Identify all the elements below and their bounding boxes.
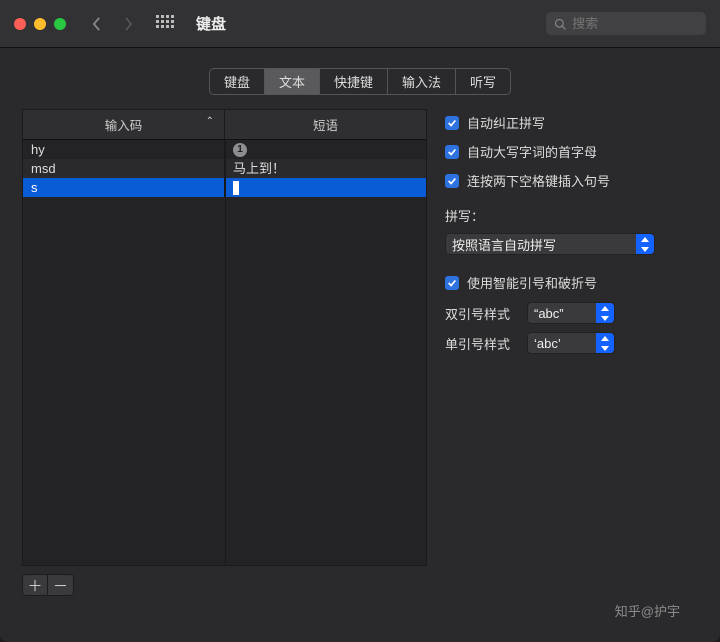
option-label: 连按两下空格键插入句号 xyxy=(467,171,610,190)
double-quote-row: 双引号样式 “abc” xyxy=(445,302,698,324)
checkbox-checked-icon[interactable] xyxy=(445,145,459,159)
substitutions-table: 输入码 ⌃ 短语 hy 1 msd xyxy=(22,109,427,566)
single-quote-row: 单引号样式 ‘abc’ xyxy=(445,332,698,354)
col-header-input[interactable]: 输入码 ⌃ xyxy=(23,110,225,139)
minimize-button[interactable] xyxy=(34,18,46,30)
column-divider xyxy=(225,140,226,565)
text-cursor-icon xyxy=(233,181,239,195)
tab-input-sources[interactable]: 输入法 xyxy=(388,69,456,94)
checkbox-checked-icon[interactable] xyxy=(445,276,459,290)
footer: 知乎@护宇 设置蓝牙键盘… xyxy=(0,606,720,642)
back-button[interactable] xyxy=(84,12,108,36)
cell-input[interactable]: msd xyxy=(23,159,225,178)
spelling-value: 按照语言自动拼写 xyxy=(452,235,556,254)
remove-button[interactable]: － xyxy=(48,574,74,596)
double-quote-value: “abc” xyxy=(534,306,564,321)
content: 输入码 ⌃ 短语 hy 1 msd xyxy=(0,109,720,606)
option-autocorrect[interactable]: 自动纠正拼写 xyxy=(445,113,698,132)
col-header-phrase[interactable]: 短语 xyxy=(225,110,426,139)
search-field[interactable] xyxy=(546,12,706,35)
close-button[interactable] xyxy=(14,18,26,30)
cell-phrase[interactable]: 马上到！ xyxy=(225,159,426,178)
single-quote-select[interactable]: ‘abc’ xyxy=(527,332,615,354)
table-body: hy 1 msd 马上到！ s xyxy=(23,140,426,565)
window-title: 键盘 xyxy=(196,13,226,34)
select-stepper-icon xyxy=(596,333,614,353)
checkbox-checked-icon[interactable] xyxy=(445,116,459,130)
search-input[interactable] xyxy=(572,16,698,31)
tab-keyboard[interactable]: 键盘 xyxy=(210,69,265,94)
select-stepper-icon xyxy=(636,234,654,254)
checkbox-checked-icon[interactable] xyxy=(445,174,459,188)
tab-text[interactable]: 文本 xyxy=(265,69,320,94)
table-header: 输入码 ⌃ 短语 xyxy=(23,110,426,140)
badge-icon: 1 xyxy=(233,143,247,157)
option-capitalize[interactable]: 自动大写字词的首字母 xyxy=(445,142,698,161)
tab-dictation[interactable]: 听写 xyxy=(456,69,510,94)
spelling-select[interactable]: 按照语言自动拼写 xyxy=(445,233,655,255)
spelling-label: 拼写： xyxy=(445,206,698,225)
add-button[interactable]: ＋ xyxy=(22,574,48,596)
maximize-button[interactable] xyxy=(54,18,66,30)
traffic-lights xyxy=(14,18,66,30)
prefs-window: 键盘 键盘 文本 快捷键 输入法 听写 输入码 ⌃ xyxy=(0,0,720,642)
col-header-phrase-label: 短语 xyxy=(313,119,338,133)
option-label: 自动大写字词的首字母 xyxy=(467,142,597,161)
cell-input[interactable]: s xyxy=(23,178,225,197)
select-stepper-icon xyxy=(596,303,614,323)
cell-input[interactable]: hy xyxy=(23,140,225,159)
option-smart-quotes[interactable]: 使用智能引号和破折号 xyxy=(445,273,698,292)
sort-indicator-icon: ⌃ xyxy=(206,116,214,127)
tabs-container: 键盘 文本 快捷键 输入法 听写 xyxy=(0,48,720,109)
tab-shortcuts[interactable]: 快捷键 xyxy=(320,69,388,94)
forward-button[interactable] xyxy=(116,12,140,36)
grid-icon[interactable] xyxy=(156,15,174,33)
option-label: 自动纠正拼写 xyxy=(467,113,545,132)
add-remove-controls: ＋ － xyxy=(22,574,427,596)
double-quote-label: 双引号样式 xyxy=(445,304,517,323)
single-quote-value: ‘abc’ xyxy=(534,336,561,351)
cell-phrase-editing[interactable] xyxy=(225,178,426,197)
single-quote-label: 单引号样式 xyxy=(445,334,517,353)
search-icon xyxy=(554,17,566,31)
double-quote-select[interactable]: “abc” xyxy=(527,302,615,324)
titlebar: 键盘 xyxy=(0,0,720,48)
substitutions-panel: 输入码 ⌃ 短语 hy 1 msd xyxy=(22,109,427,596)
tabs: 键盘 文本 快捷键 输入法 听写 xyxy=(209,68,511,95)
options-panel: 自动纠正拼写 自动大写字词的首字母 连按两下空格键插入句号 拼写： 按照语言自动… xyxy=(445,109,698,596)
col-header-input-label: 输入码 xyxy=(105,119,143,133)
option-double-space[interactable]: 连按两下空格键插入句号 xyxy=(445,171,698,190)
footer-watermark: 知乎@护宇 xyxy=(615,601,680,620)
option-label: 使用智能引号和破折号 xyxy=(467,273,597,292)
cell-phrase[interactable]: 1 xyxy=(225,140,426,159)
